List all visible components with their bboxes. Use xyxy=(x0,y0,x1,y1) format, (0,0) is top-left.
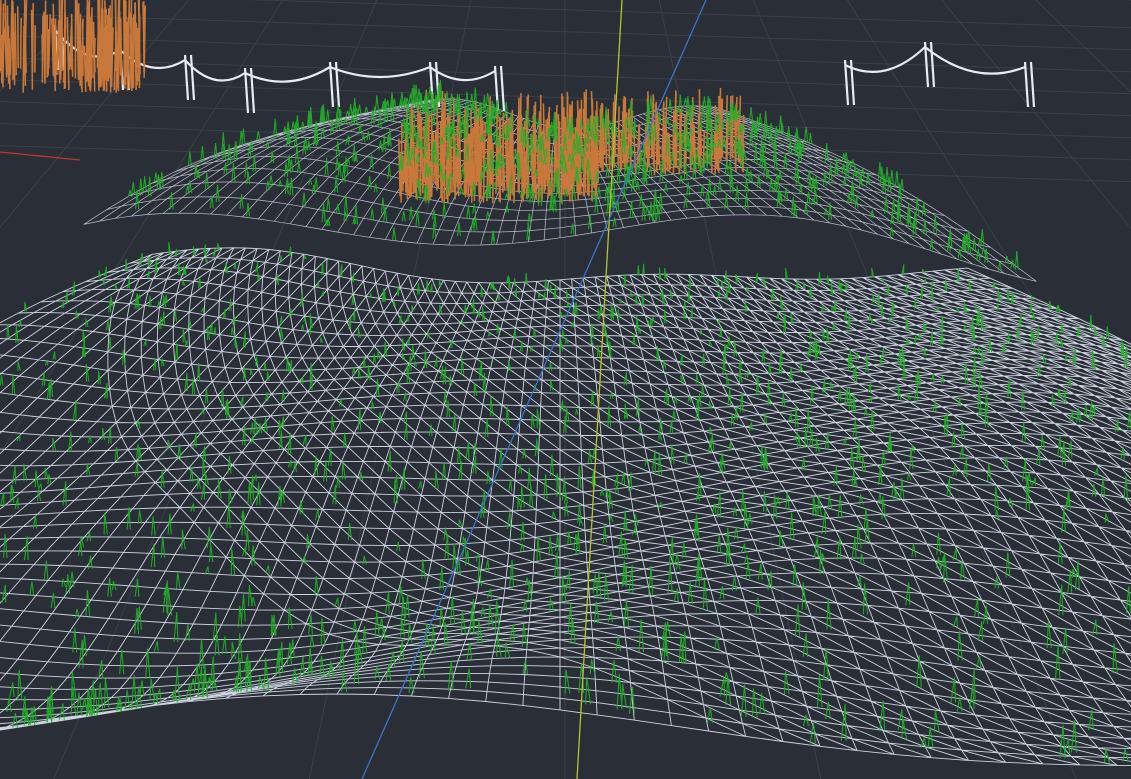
3d-viewport[interactable] xyxy=(0,0,1131,779)
